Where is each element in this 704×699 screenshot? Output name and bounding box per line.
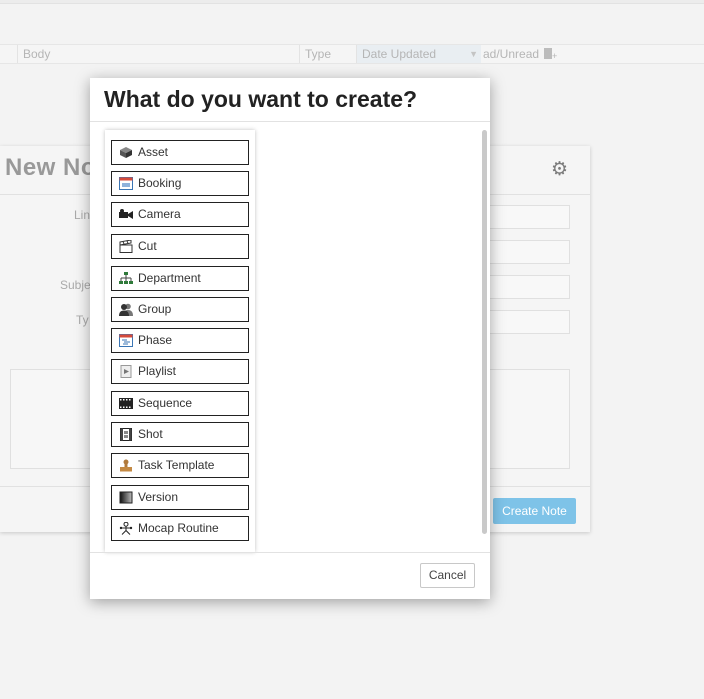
entity-type-label: Department — [138, 271, 201, 285]
entity-type-shot[interactable]: Shot — [111, 422, 249, 447]
mocap-routine-icon — [119, 522, 133, 535]
column-header-date-label: Date Updated — [362, 47, 437, 61]
divider — [90, 552, 490, 553]
camera-icon — [119, 209, 133, 219]
modal-body: Asset Booking Camera Cut Department Grou… — [90, 122, 490, 552]
column-header-body[interactable]: Body — [17, 45, 299, 63]
entity-type-label: Asset — [138, 145, 169, 159]
version-icon — [119, 491, 133, 504]
subject-label: Subje — [60, 278, 91, 292]
column-header-date-updated[interactable]: Date Updated ▼ — [356, 45, 481, 63]
create-entity-modal: What do you want to create? Asset Bookin… — [90, 78, 490, 599]
booking-icon — [119, 177, 133, 190]
entity-type-camera[interactable]: Camera — [111, 202, 249, 227]
new-note-title: New No — [5, 154, 97, 181]
entity-type-booking[interactable]: Booking — [111, 171, 249, 196]
entity-type-asset[interactable]: Asset — [111, 140, 249, 165]
entity-type-phase[interactable]: Phase — [111, 328, 249, 353]
modal-title: What do you want to create? — [104, 86, 418, 112]
entity-type-label: Group — [138, 302, 172, 316]
entity-type-label: Phase — [138, 333, 173, 347]
sequence-icon — [119, 398, 133, 409]
entity-type-group[interactable]: Group — [111, 297, 249, 322]
phase-icon — [119, 334, 133, 347]
entity-type-label: Camera — [138, 207, 181, 221]
shot-icon — [120, 428, 132, 441]
entity-type-mocap-routine[interactable]: Mocap Routine — [111, 516, 249, 541]
gear-icon[interactable]: ⚙ — [551, 158, 568, 181]
column-menu-icon[interactable] — [544, 48, 552, 59]
entity-type-list: Asset Booking Camera Cut Department Grou… — [105, 130, 255, 552]
to-field[interactable] — [488, 240, 570, 264]
entity-type-label: Sequence — [138, 396, 193, 410]
entity-type-sequence[interactable]: Sequence — [111, 391, 249, 416]
entity-type-playlist[interactable]: Playlist — [111, 359, 249, 384]
playlist-icon — [120, 365, 132, 378]
entity-type-label: Cut — [138, 239, 157, 253]
sort-descending-icon: ▼ — [469, 49, 478, 59]
column-header-type[interactable]: Type — [299, 45, 356, 63]
entity-type-label: Task Template — [138, 458, 215, 472]
grid-header: Body Type Date Updated ▼ ad/Unread + — [0, 44, 704, 64]
cancel-button[interactable]: Cancel — [420, 563, 475, 588]
entity-type-label: Playlist — [138, 364, 177, 378]
task-template-icon — [120, 459, 132, 472]
entity-type-department[interactable]: Department — [111, 266, 249, 291]
subject-field[interactable] — [488, 275, 570, 299]
entity-type-version[interactable]: Version — [111, 485, 249, 510]
entity-type-label: Booking — [138, 176, 182, 190]
entity-type-task-template[interactable]: Task Template — [111, 453, 249, 478]
links-label: Lin — [74, 208, 91, 222]
cut-icon — [119, 240, 133, 253]
add-column-icon[interactable]: + — [552, 51, 557, 61]
entity-type-label: Version — [138, 490, 179, 504]
asset-icon — [120, 147, 132, 158]
create-note-button[interactable]: Create Note — [493, 498, 576, 524]
type-label: Ty — [76, 313, 89, 327]
column-header-read-unread[interactable]: ad/Unread — [481, 45, 571, 63]
group-icon — [119, 303, 133, 316]
entity-type-cut[interactable]: Cut — [111, 234, 249, 259]
entity-type-label: Mocap Routine — [138, 521, 219, 535]
scrollbar-thumb[interactable] — [482, 130, 487, 534]
modal-scrollbar[interactable] — [480, 130, 488, 544]
type-field[interactable] — [488, 310, 570, 334]
top-strip — [0, 0, 704, 4]
entity-type-label: Shot — [138, 427, 163, 441]
department-icon — [119, 272, 133, 284]
links-field[interactable] — [488, 205, 570, 229]
